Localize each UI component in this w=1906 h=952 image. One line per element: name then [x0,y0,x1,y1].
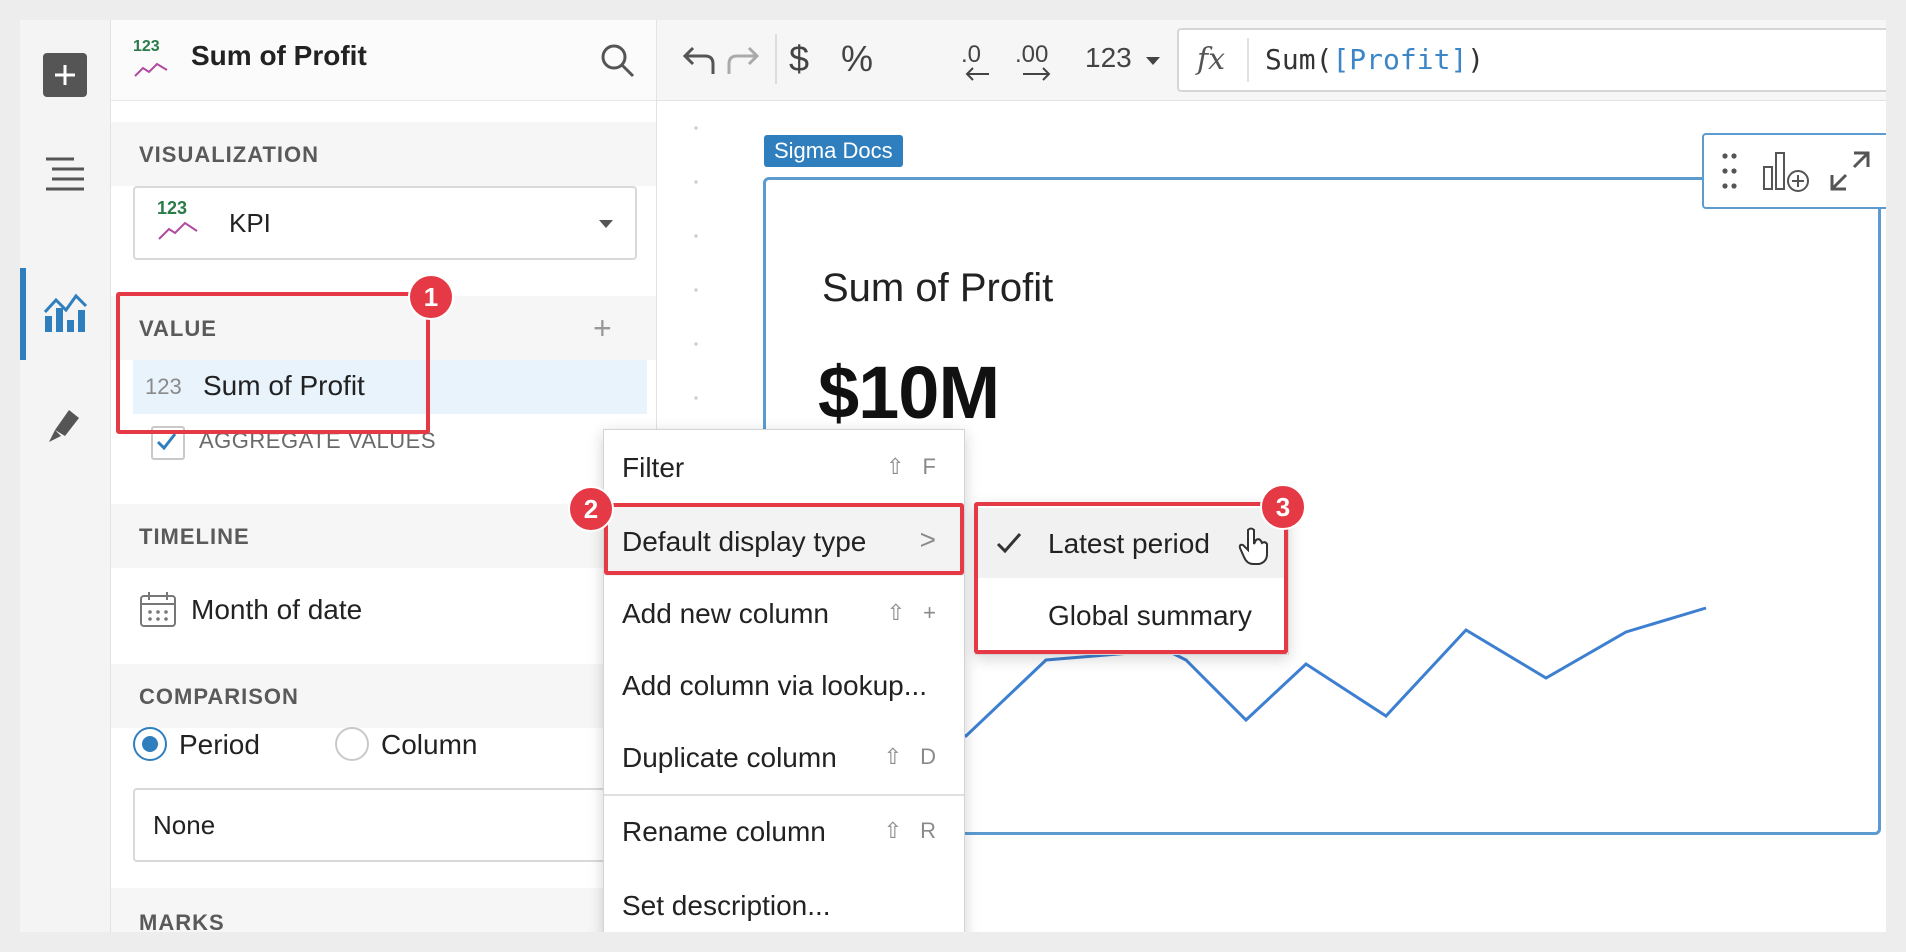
radio-column[interactable] [335,727,369,761]
decrease-decimal-icon[interactable]: .0 [959,38,1001,82]
menu-item-set-description[interactable]: Set description... [604,868,964,932]
search-icon[interactable] [599,42,635,78]
menu-item-label: Duplicate column [622,742,837,773]
formula-suffix: ) [1467,43,1485,76]
number-format-dropdown[interactable]: 123 [1085,42,1132,74]
paint-brush-icon [49,410,79,442]
element-list-button[interactable] [40,148,90,198]
element-format-button[interactable] [40,398,90,448]
active-indicator [20,268,26,360]
currency-format-button[interactable]: $ [789,38,809,80]
visualization-section: VISUALIZATION [111,122,656,186]
plus-icon [43,53,87,97]
menu-item-label: Add new column [622,598,830,629]
svg-text:.00: .00 [1015,41,1048,68]
formula-prefix: Sum( [1265,43,1333,76]
menu-item-filter[interactable]: Filter ⇧ F [604,430,964,502]
callout-box-display-type [604,503,964,575]
radio-period-label: Period [179,729,260,760]
list-lines-icon [46,157,84,191]
workbook-tag: Sigma Docs [764,135,903,167]
toolbar-divider [775,34,777,84]
caret-down-icon [599,220,613,228]
menu-item-label: Rename column [622,816,826,847]
timeline-label: TIMELINE [139,524,250,549]
formula-column-ref: [Profit] [1332,43,1468,76]
calendar-icon [140,592,176,627]
caret-down-icon [1146,57,1160,65]
menu-item-duplicate-column[interactable]: Duplicate column ⇧ D [604,720,964,792]
comparison-label: COMPARISON [139,684,299,709]
properties-panel: 123 Sum of Profit VISUALIZATION 123 KPI … [111,20,657,932]
redo-icon[interactable] [725,44,761,76]
left-rail [20,20,111,932]
increase-decimal-icon[interactable]: .00 [1013,38,1065,82]
expand-icon[interactable] [1828,149,1872,193]
add-child-element-icon[interactable] [1762,147,1812,193]
element-properties-button[interactable] [40,288,90,338]
menu-shortcut: ⇧ D [883,744,942,769]
timeline-value[interactable]: Month of date [191,594,362,626]
marks-label: MARKS [139,910,225,932]
visualization-select[interactable]: 123 KPI [133,186,637,260]
callout-badge-2: 2 [568,486,614,532]
chart-bars-icon [43,293,88,332]
callout-box-submenu [974,502,1288,654]
menu-item-label: Add column via lookup... [622,670,928,701]
menu-item-label: Set description... [622,890,831,921]
comparison-select[interactable]: None [133,788,657,862]
kpi-icon-text: 123 [133,38,160,55]
svg-text:.0: .0 [961,41,981,68]
add-value-button[interactable]: + [593,310,612,347]
radio-period[interactable] [133,727,167,761]
kpi-icon-text: 123 [157,198,188,218]
formula-divider [1247,38,1249,82]
comparison-section: COMPARISON [111,664,656,728]
app-window: 123 Sum of Profit VISUALIZATION 123 KPI … [20,20,1886,932]
marks-section: MARKS [111,888,656,932]
undo-icon[interactable] [681,44,717,76]
visualization-label: VISUALIZATION [139,142,320,167]
callout-box-value [116,292,430,434]
percent-format-button[interactable]: % [841,38,873,80]
visualization-value: KPI [229,208,271,238]
drag-handle-icon[interactable] [1720,151,1740,191]
kpi-icon: 123 [157,198,199,246]
function-icon: fx [1197,42,1226,77]
panel-title: Sum of Profit [191,40,367,71]
menu-shortcut: ⇧ + [886,600,942,625]
menu-shortcut: ⇧ F [886,454,942,479]
kpi-icon: 123 [133,38,173,82]
callout-badge-1: 1 [408,274,454,320]
menu-item-add-column-via-lookup[interactable]: Add column via lookup... [604,648,964,720]
menu-item-add-new-column[interactable]: Add new column ⇧ + [604,576,964,648]
radio-column-label: Column [381,729,478,760]
add-element-button[interactable] [40,50,90,100]
menu-shortcut: ⇧ R [883,818,942,843]
callout-badge-3: 3 [1260,484,1306,530]
panel-header: 123 Sum of Profit [111,20,656,101]
menu-item-label: Filter [622,452,685,483]
format-toolbar: $ % .0 .00 123 fx Sum([Profit]) [657,20,1886,101]
formula-bar[interactable]: fx Sum([Profit]) [1177,28,1886,92]
formula-text[interactable]: Sum([Profit]) [1265,43,1484,76]
element-toolbar [1702,133,1886,209]
menu-item-rename-column[interactable]: Rename column ⇧ R [604,794,964,866]
comparison-value: None [153,810,216,840]
